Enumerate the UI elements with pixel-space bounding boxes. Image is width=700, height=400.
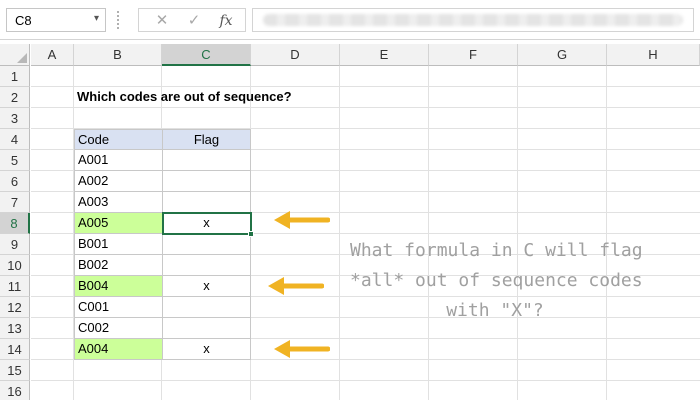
row-header-14[interactable]: 14 — [0, 339, 30, 360]
row-header-1[interactable]: 1 — [0, 66, 30, 87]
formula-buttons: ✕ ✓ fx — [138, 8, 246, 32]
code-cell[interactable]: B004 — [74, 276, 163, 297]
code-cell[interactable]: B001 — [74, 234, 163, 255]
row-header-9[interactable]: 9 — [0, 234, 30, 255]
select-all-icon — [17, 53, 27, 63]
row-header-12[interactable]: 12 — [0, 297, 30, 318]
flag-cell[interactable] — [163, 297, 251, 318]
arrow-icon — [268, 277, 324, 295]
grid-line — [339, 66, 340, 400]
chevron-down-icon[interactable]: ▾ — [94, 13, 99, 24]
column-header-f[interactable]: F — [429, 44, 518, 66]
row-header-2[interactable]: 2 — [0, 87, 30, 108]
code-cell[interactable]: C001 — [74, 297, 163, 318]
row-header-4[interactable]: 4 — [0, 129, 30, 150]
row-header-13[interactable]: 13 — [0, 318, 30, 339]
row-header-5[interactable]: 5 — [0, 150, 30, 171]
name-box-value: C8 — [15, 13, 32, 28]
row-header-6[interactable]: 6 — [0, 171, 30, 192]
formula-input[interactable] — [252, 8, 694, 32]
fill-handle[interactable] — [248, 231, 254, 237]
note-line: with "X"? — [446, 300, 544, 321]
insert-function-icon[interactable]: fx — [211, 11, 241, 31]
flag-cell[interactable] — [163, 150, 251, 171]
column-header-e[interactable]: E — [340, 44, 429, 66]
column-header-h[interactable]: H — [607, 44, 700, 66]
row-header-16[interactable]: 16 — [0, 381, 30, 400]
grid-line — [606, 66, 607, 400]
question-note: What formula in C will flag *all* out of… — [350, 236, 643, 326]
blurred-formula-content — [263, 14, 683, 26]
flag-cell[interactable] — [163, 171, 251, 192]
grid-line — [428, 66, 429, 400]
formula-bar: C8 ▾ ✕ ✓ fx — [0, 0, 700, 40]
row-header-10[interactable]: 10 — [0, 255, 30, 276]
sheet-title: Which codes are out of sequence? — [77, 89, 292, 104]
code-cell[interactable]: B002 — [74, 255, 163, 276]
column-header-b[interactable]: B — [74, 44, 162, 66]
code-cell[interactable]: C002 — [74, 318, 163, 339]
drag-handle-icon[interactable] — [117, 11, 121, 29]
column-header-a[interactable]: A — [31, 44, 74, 66]
code-cell[interactable]: A003 — [74, 192, 163, 213]
code-cell[interactable]: A001 — [74, 150, 163, 171]
flag-cell[interactable]: x — [163, 339, 251, 360]
note-line: What formula in C will flag — [350, 240, 643, 261]
code-cell[interactable]: A002 — [74, 171, 163, 192]
row-header-11[interactable]: 11 — [0, 276, 30, 297]
active-cell-selection[interactable] — [162, 212, 254, 237]
row-header-8[interactable]: 8 — [0, 213, 30, 234]
flag-cell[interactable] — [163, 318, 251, 339]
code-cell[interactable]: A004 — [74, 339, 163, 360]
arrow-icon — [274, 340, 330, 358]
column-header-g[interactable]: G — [518, 44, 607, 66]
row-header-15[interactable]: 15 — [0, 360, 30, 381]
select-all-corner[interactable] — [0, 44, 30, 66]
name-box[interactable]: C8 ▾ — [6, 8, 106, 32]
column-header-d[interactable]: D — [251, 44, 340, 66]
code-cell[interactable]: A005 — [74, 213, 163, 234]
table-header-code[interactable]: Code — [74, 129, 163, 150]
arrow-icon — [274, 211, 330, 229]
flag-cell[interactable] — [163, 192, 251, 213]
row-header-7[interactable]: 7 — [0, 192, 30, 213]
cancel-icon[interactable]: ✕ — [147, 11, 177, 31]
table-header-flag[interactable]: Flag — [163, 129, 251, 150]
grid-line — [517, 66, 518, 400]
row-header-3[interactable]: 3 — [0, 108, 30, 129]
note-line: *all* out of sequence codes — [350, 270, 643, 291]
check-icon[interactable]: ✓ — [179, 11, 209, 31]
flag-cell[interactable] — [163, 234, 251, 255]
flag-cell[interactable] — [163, 255, 251, 276]
flag-cell[interactable]: x — [163, 276, 251, 297]
column-header-c[interactable]: C — [162, 44, 251, 66]
